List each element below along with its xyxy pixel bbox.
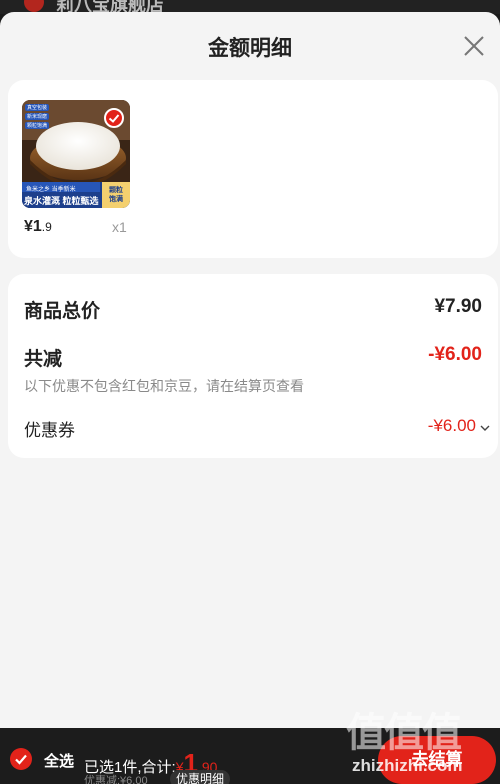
price-detail-card: 商品总价 ¥7.90 共减 -¥6.00 以下优惠不包含红包和京豆，请在结算页查… (8, 274, 498, 458)
reduce-value: -¥6.00 (428, 344, 482, 365)
coupon-label: 优惠券 (24, 421, 75, 440)
select-all-check-icon[interactable] (10, 748, 32, 770)
thumb-badge-line: 颗粒 (109, 187, 123, 194)
goods-card: 真空包装 新米现磨 颗粒饱满 鱼米之乡 当季新米 泉水灌溉 粒粒甄选 颗粒 饱满… (8, 80, 498, 258)
goods-thumbnail[interactable]: 真空包装 新米现磨 颗粒饱满 鱼米之乡 当季新米 泉水灌溉 粒粒甄选 颗粒 饱满 (22, 100, 130, 208)
goods-quantity: x1 (112, 219, 127, 235)
thumb-tag: 新米现磨 (25, 113, 50, 120)
close-icon (464, 36, 484, 56)
goods-price-main: ¥1 (24, 218, 42, 235)
goods-price-cents: .9 (41, 220, 52, 234)
close-button[interactable] (460, 32, 488, 60)
sheet-title: 金额明细 (208, 37, 292, 60)
goods-price: ¥1.9 (24, 218, 52, 236)
thumb-badge-line: 饱满 (109, 196, 123, 203)
thumb-slogan: 鱼米之乡 当季新米 (26, 187, 76, 193)
coupon-value[interactable]: -¥6.00 (428, 416, 476, 436)
selected-check-icon (104, 108, 124, 128)
bottom-discount-note: 优惠减:¥6.00 (84, 775, 148, 784)
thumb-banner: 泉水灌溉 粒粒甄选 (24, 196, 99, 206)
reduce-label: 共减 (24, 349, 63, 370)
select-all-label[interactable]: 全选 (44, 750, 74, 771)
thumb-badge: 颗粒 饱满 (106, 186, 126, 204)
discount-detail-button[interactable]: 优惠明细 (170, 770, 231, 784)
thumb-tag: 颗粒饱满 (25, 122, 50, 129)
amount-detail-sheet: 金额明细 真空包装 新米现磨 颗粒饱满 鱼米之乡 当季新米 泉水灌溉 粒粒甄选 … (0, 12, 500, 728)
store-check-icon (24, 0, 44, 12)
discount-note: 以下优惠不包含红包和京豆，请在结算页查看 (24, 378, 304, 394)
thumb-tag-list: 真空包装 新米现磨 颗粒饱满 (25, 104, 50, 129)
chevron-down-icon[interactable] (480, 424, 490, 432)
thumb-tag: 真空包装 (25, 104, 50, 111)
total-price-label: 商品总价 (24, 301, 101, 322)
total-price-value: ¥7.90 (434, 296, 482, 317)
watermark-text: zhizhizhi.com (352, 756, 463, 775)
